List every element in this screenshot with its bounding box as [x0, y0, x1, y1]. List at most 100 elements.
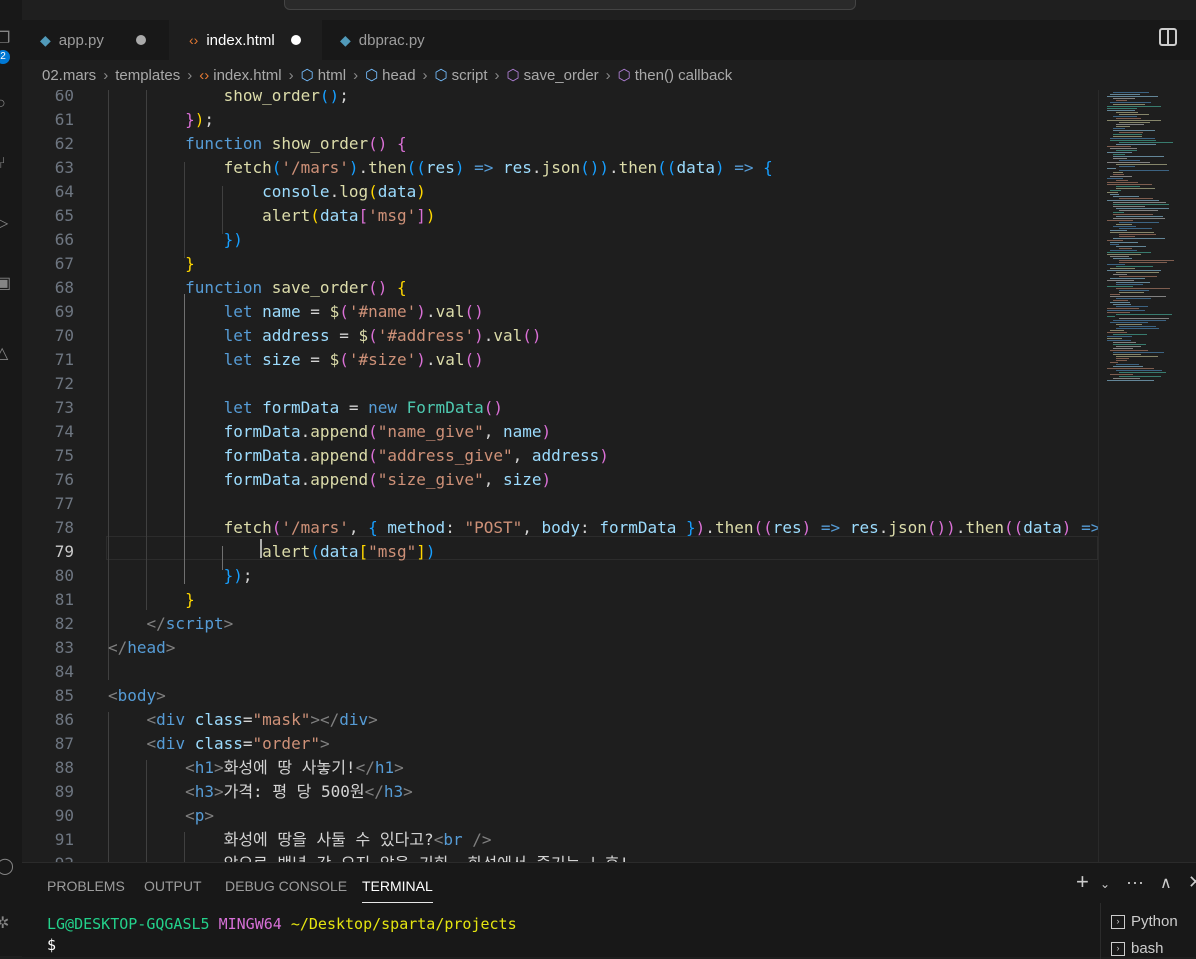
terminal-prompt-line[interactable]: LG@DESKTOP-GQGASL5 MINGW64 ~/Desktop/spa… — [47, 915, 517, 933]
code-line[interactable]: 77 — [22, 492, 1098, 516]
line-number[interactable]: 60 — [22, 90, 74, 108]
line-number[interactable]: 82 — [22, 612, 74, 636]
code-line[interactable]: 70 let address = $('#address').val() — [22, 324, 1098, 348]
code-editor[interactable]: 60 show_order(); 61 }); 62 function show_o… — [22, 90, 1098, 862]
code-line[interactable]: 69 let name = $('#name').val() — [22, 300, 1098, 324]
code-line[interactable]: 68 function save_order() { — [22, 276, 1098, 300]
line-number[interactable]: 63 — [22, 156, 74, 180]
maximize-panel-icon[interactable]: ∧ — [1160, 873, 1172, 893]
new-terminal-plus-icon[interactable]: + — [1076, 869, 1089, 895]
terminal-input-line[interactable]: $ — [47, 936, 56, 954]
code-line[interactable]: 78 fetch('/mars', { method: "POST", body… — [22, 516, 1098, 540]
command-center-search[interactable] — [284, 0, 856, 10]
code-line[interactable]: 72 — [22, 372, 1098, 396]
terminal-item-python[interactable]: › Python — [1111, 913, 1178, 930]
code-line[interactable]: 81 } — [22, 588, 1098, 612]
code-line[interactable]: 66 }) — [22, 228, 1098, 252]
code-line[interactable]: 71 let size = $('#size').val() — [22, 348, 1098, 372]
tab-output[interactable]: OUTPUT — [144, 878, 202, 894]
line-number[interactable]: 75 — [22, 444, 74, 468]
line-number[interactable]: 66 — [22, 228, 74, 252]
code-line[interactable]: 83 </head> — [22, 636, 1098, 660]
code-line[interactable]: 64 console.log(data) — [22, 180, 1098, 204]
line-number[interactable]: 92 — [22, 852, 74, 862]
breadcrumb-item[interactable]: index.html — [213, 67, 281, 84]
modified-dot-icon[interactable] — [135, 35, 146, 45]
line-number[interactable]: 90 — [22, 804, 74, 828]
tab-index-html[interactable]: ‹› index.html — [169, 20, 322, 60]
code-line[interactable]: 80 }); — [22, 564, 1098, 588]
line-number[interactable]: 86 — [22, 708, 74, 732]
code-line[interactable]: 91 화성에 땅을 사둘 수 있다고?<br /> — [22, 828, 1098, 852]
line-number[interactable]: 73 — [22, 396, 74, 420]
remote-icon[interactable]: △ — [0, 345, 14, 363]
run-debug-icon[interactable]: ▷ — [0, 215, 14, 233]
line-number[interactable]: 69 — [22, 300, 74, 324]
line-number[interactable]: 85 — [22, 684, 74, 708]
breadcrumb-item[interactable]: then() callback — [635, 67, 733, 84]
breadcrumb-item[interactable]: save_order — [524, 67, 599, 84]
code-line[interactable]: 60 show_order(); — [22, 90, 1098, 108]
code-line[interactable]: 89 <h3>가격: 평 당 500원</h3> — [22, 780, 1098, 804]
breadcrumb-item[interactable]: head — [382, 67, 415, 84]
search-icon[interactable]: ○ — [0, 95, 14, 113]
code-line[interactable]: 88 <h1>화성에 땅 사놓기!</h1> — [22, 756, 1098, 780]
explorer-icon[interactable]: ❐ — [0, 30, 14, 48]
extensions-icon[interactable]: ▣ — [0, 275, 14, 293]
chevron-down-icon[interactable]: ⌄ — [1100, 877, 1110, 891]
tab-terminal[interactable]: TERMINAL — [362, 878, 433, 903]
line-number[interactable]: 88 — [22, 756, 74, 780]
line-number[interactable]: 91 — [22, 828, 74, 852]
code-line[interactable]: 76 formData.append("size_give", size) — [22, 468, 1098, 492]
line-number[interactable]: 78 — [22, 516, 74, 540]
breadcrumb-item[interactable]: script — [452, 67, 488, 84]
split-editor-icon[interactable] — [1159, 28, 1177, 46]
modified-dot-icon[interactable] — [290, 35, 301, 45]
code-line[interactable]: 74 formData.append("name_give", name) — [22, 420, 1098, 444]
line-number[interactable]: 65 — [22, 204, 74, 228]
line-number[interactable]: 68 — [22, 276, 74, 300]
line-number[interactable]: 79 — [22, 540, 74, 564]
code-line[interactable]: 65 alert(data['msg']) — [22, 204, 1098, 228]
line-number[interactable]: 64 — [22, 180, 74, 204]
code-line[interactable]: 61 }); — [22, 108, 1098, 132]
line-number[interactable]: 72 — [22, 372, 74, 396]
account-icon[interactable]: ◯ — [0, 858, 14, 876]
line-number[interactable]: 80 — [22, 564, 74, 588]
code-line[interactable]: 62 function show_order() { — [22, 132, 1098, 156]
minimap[interactable] — [1098, 90, 1196, 862]
settings-gear-icon[interactable]: ✲ — [0, 915, 14, 933]
line-number[interactable]: 67 — [22, 252, 74, 276]
code-line[interactable]: 84 — [22, 660, 1098, 684]
line-number[interactable]: 62 — [22, 132, 74, 156]
more-actions-icon[interactable]: ··· — [1126, 872, 1144, 893]
code-line[interactable]: 63 fetch('/mars').then((res) => res.json… — [22, 156, 1098, 180]
code-line[interactable]: 86 <div class="mask"></div> — [22, 708, 1098, 732]
line-number[interactable]: 70 — [22, 324, 74, 348]
code-line[interactable]: 73 let formData = new FormData() — [22, 396, 1098, 420]
code-line[interactable]: 92 앞으로 백년 간 오지 않을 기회. 화성에서 즐기는 노후! — [22, 852, 1098, 862]
source-control-icon[interactable]: ⑂ — [0, 155, 14, 173]
close-panel-icon[interactable]: ✕ — [1188, 872, 1196, 893]
code-line[interactable]: 67 } — [22, 252, 1098, 276]
code-line[interactable]: 87 <div class="order"> — [22, 732, 1098, 756]
line-number[interactable]: 83 — [22, 636, 74, 660]
tab-app-py[interactable]: ◆ app.py — [22, 20, 169, 60]
code-line[interactable]: 82 </script> — [22, 612, 1098, 636]
line-number[interactable]: 89 — [22, 780, 74, 804]
line-number[interactable]: 61 — [22, 108, 74, 132]
terminal-item-bash[interactable]: › bash — [1111, 940, 1164, 957]
line-number[interactable]: 87 — [22, 732, 74, 756]
code-line[interactable]: 75 formData.append("address_give", addre… — [22, 444, 1098, 468]
line-number[interactable]: 74 — [22, 420, 74, 444]
tab-dbprac-py[interactable]: ◆ dbprac.py — [322, 20, 472, 60]
line-number[interactable]: 84 — [22, 660, 74, 684]
breadcrumb-item[interactable]: templates — [115, 67, 180, 84]
line-number[interactable]: 77 — [22, 492, 74, 516]
breadcrumb-item[interactable]: html — [318, 67, 346, 84]
tab-debug-console[interactable]: DEBUG CONSOLE — [225, 878, 347, 894]
line-number[interactable]: 71 — [22, 348, 74, 372]
code-line[interactable]: 79 alert(data["msg"]) — [22, 540, 1098, 564]
breadcrumb-item[interactable]: 02.mars — [42, 67, 96, 84]
line-number[interactable]: 76 — [22, 468, 74, 492]
